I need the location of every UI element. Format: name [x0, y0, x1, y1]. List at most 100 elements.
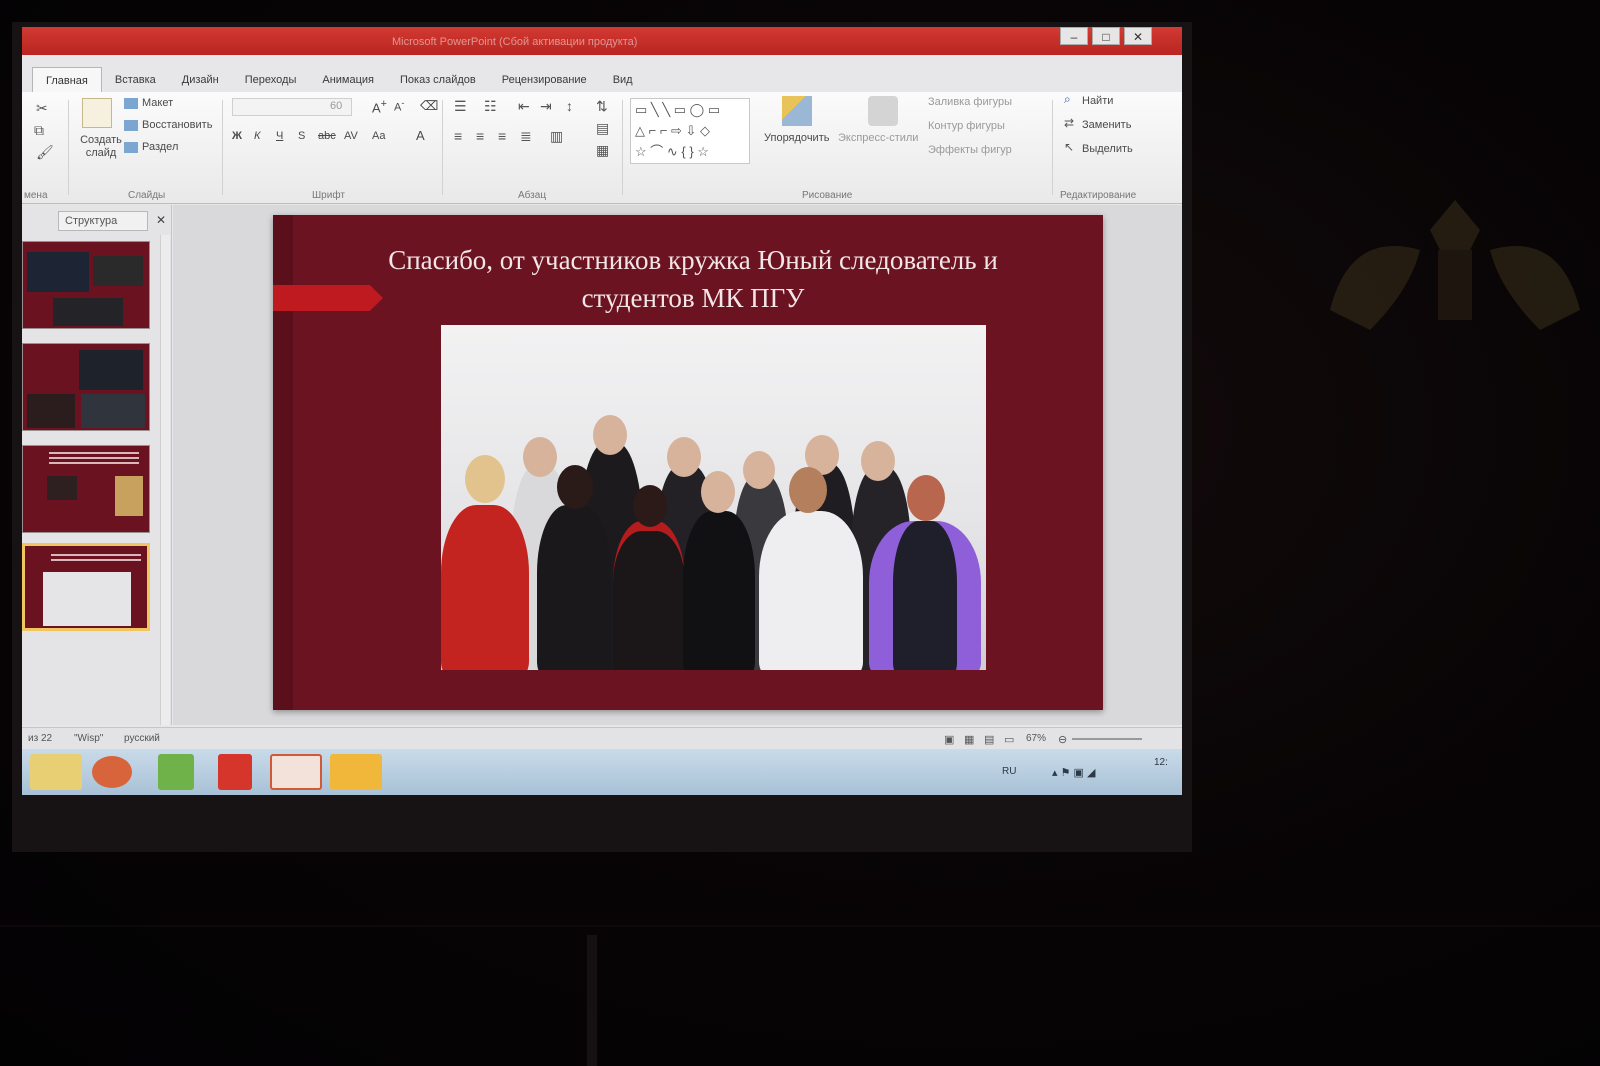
bold-button[interactable]: Ж [232, 130, 242, 142]
text-direction-icon[interactable]: ⇅ [596, 98, 608, 115]
increase-indent-icon[interactable]: ⇥ [540, 98, 552, 115]
align-center-icon[interactable]: ≡ [476, 128, 484, 144]
smartart-icon[interactable]: ▦ [596, 142, 609, 159]
zoom-slider[interactable] [1072, 738, 1142, 740]
panel-close-icon[interactable]: ✕ [156, 213, 166, 227]
screen-stand [587, 935, 597, 1066]
quick-styles-button[interactable]: Экспресс-стили [838, 132, 918, 144]
slide-thumbnail[interactable] [22, 241, 150, 329]
layout-button[interactable]: Макет [142, 97, 173, 109]
reading-view-icon[interactable]: ▤ [984, 733, 994, 746]
panel-scrollbar[interactable] [160, 235, 170, 725]
tray-icons[interactable]: ▴ ⚑ ▣ ◢ [1052, 766, 1095, 779]
align-text-icon[interactable]: ▤ [596, 120, 609, 137]
zoom-level[interactable]: 67% [1026, 733, 1046, 744]
underline-button[interactable]: Ч [276, 130, 283, 142]
tab-slideshow[interactable]: Показ слайдов [387, 67, 489, 92]
group-photo[interactable] [441, 325, 986, 670]
replace-icon: ⇄ [1064, 116, 1075, 130]
normal-view-icon[interactable]: ▣ [944, 733, 954, 746]
align-right-icon[interactable]: ≡ [498, 128, 506, 144]
eagle-emblem-icon [1330, 200, 1580, 330]
shape-outline-button[interactable]: Контур фигуры [928, 120, 1005, 132]
powerpoint-window: Microsoft PowerPoint (Сбой активации про… [22, 27, 1182, 795]
maximize-button[interactable]: □ [1092, 27, 1120, 45]
create-slide-button[interactable]: Создать слайд [76, 134, 126, 160]
cut-icon[interactable]: ✂ [36, 100, 48, 117]
tab-design[interactable]: Дизайн [169, 67, 232, 92]
section-button[interactable]: Раздел [142, 141, 178, 153]
group-separator [442, 100, 443, 195]
font-size-field[interactable]: 60 [330, 100, 342, 112]
windows-taskbar: RU ▴ ⚑ ▣ ◢ 12: [22, 749, 1182, 795]
slide-thumbnail[interactable] [22, 343, 150, 431]
font-color-icon[interactable]: A [416, 128, 425, 143]
decrease-indent-icon[interactable]: ⇤ [518, 98, 530, 115]
bullets-icon[interactable]: ☰ [454, 98, 467, 115]
explorer-taskbar-icon[interactable] [30, 754, 82, 790]
music-taskbar-icon[interactable] [330, 754, 382, 790]
section-icon [124, 142, 138, 153]
copy-icon[interactable]: ⧉ [34, 122, 44, 139]
clear-format-icon[interactable]: ⌫ [420, 98, 438, 114]
strikethrough-button[interactable]: abc [318, 130, 336, 142]
slides-panel: Структура ✕ [22, 205, 172, 725]
tab-view[interactable]: Вид [600, 67, 646, 92]
slide-thumbnail-current[interactable] [22, 543, 150, 631]
shapes-gallery[interactable]: ▭ ╲ ╲ ▭ ◯ ▭ △ ⌐ ⌐ ⇨ ⇩ ◇ ☆ ⌒ ∿ { } ☆ [630, 98, 750, 164]
justify-icon[interactable]: ≣ [520, 128, 532, 145]
projection-room: Microsoft PowerPoint (Сбой активации про… [0, 0, 1600, 1066]
slide-editor: Спасибо, от участников кружка Юный следо… [173, 205, 1182, 725]
replace-button[interactable]: Заменить [1082, 119, 1131, 131]
ribbon: ✂ ⧉ 🖌 мена Создать слайд Макет Восстанов… [22, 92, 1182, 204]
arrange-button[interactable]: Упорядочить [764, 132, 829, 144]
zoom-out-icon[interactable]: ⊖ [1058, 733, 1067, 746]
grow-font-icon[interactable]: A+ [372, 98, 387, 115]
italic-button[interactable]: К [254, 130, 260, 142]
shrink-font-icon[interactable]: A- [394, 98, 404, 114]
minimize-button[interactable]: – [1060, 27, 1088, 45]
find-button[interactable]: Найти [1082, 95, 1113, 107]
language-indicator[interactable]: русский [124, 733, 160, 744]
slideshow-view-icon[interactable]: ▭ [1004, 733, 1014, 746]
restore-icon [124, 120, 138, 131]
format-painter-icon[interactable]: 🖌 [36, 144, 54, 161]
slide-thumbnail[interactable] [22, 445, 150, 533]
sorter-view-icon[interactable]: ▦ [964, 733, 974, 746]
font-group-label: Шрифт [312, 190, 345, 201]
select-button[interactable]: Выделить [1082, 143, 1133, 155]
powerpoint-taskbar-icon[interactable] [270, 754, 322, 790]
input-language[interactable]: RU [1002, 766, 1016, 777]
shadow-button[interactable]: S [298, 130, 305, 142]
change-case-button[interactable]: Aa [372, 130, 385, 142]
numbering-icon[interactable]: ☷ [484, 98, 497, 115]
yandex-browser-taskbar-icon[interactable] [218, 754, 252, 790]
current-slide[interactable]: Спасибо, от участников кружка Юный следо… [273, 215, 1103, 710]
spacing-button[interactable]: AV [344, 130, 358, 142]
group-separator [222, 100, 223, 195]
align-left-icon[interactable]: ≡ [454, 128, 462, 144]
tab-review[interactable]: Рецензирование [489, 67, 600, 92]
restore-button[interactable]: Восстановить [142, 119, 212, 131]
tab-animation[interactable]: Анимация [309, 67, 387, 92]
new-slide-icon[interactable] [82, 98, 112, 128]
arrange-icon [782, 96, 812, 126]
shape-effects-button[interactable]: Эффекты фигур [928, 144, 1012, 156]
close-button[interactable]: ✕ [1124, 27, 1152, 45]
theme-name: "Wisp" [74, 733, 104, 744]
tab-structure[interactable]: Структура [58, 211, 148, 231]
slide-title[interactable]: Спасибо, от участников кружка Юный следо… [303, 241, 1083, 317]
shape-fill-button[interactable]: Заливка фигуры [928, 96, 1012, 108]
clock[interactable]: 12: [1154, 757, 1168, 768]
status-bar: из 22 "Wisp" русский ▣ ▦ ▤ ▭ 67% ⊖ [22, 727, 1182, 749]
tab-home[interactable]: Главная [32, 67, 102, 92]
tab-insert[interactable]: Вставка [102, 67, 169, 92]
clipboard-group-label: мена [24, 190, 48, 201]
network-taskbar-icon[interactable] [158, 754, 194, 790]
tab-transitions[interactable]: Переходы [232, 67, 310, 92]
binoculars-icon: ⌕ [1064, 92, 1071, 106]
media-player-taskbar-icon[interactable] [92, 756, 132, 788]
columns-icon[interactable]: ▥ [550, 128, 563, 145]
slide-counter: из 22 [28, 733, 53, 744]
line-spacing-icon[interactable]: ↕ [566, 98, 573, 114]
